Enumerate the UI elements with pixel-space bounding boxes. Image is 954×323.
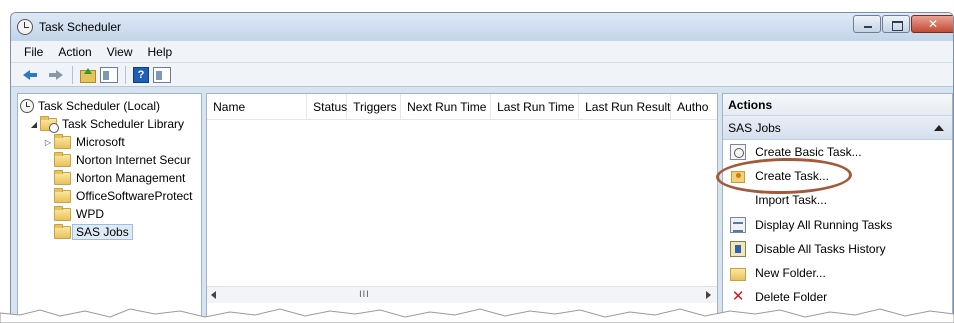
new-folder-icon <box>730 267 747 281</box>
actions-header: Actions <box>723 94 952 116</box>
title-bar[interactable]: Task Scheduler <box>11 13 953 41</box>
main-content: Task Scheduler (Local) ◢ Task Scheduler … <box>17 93 953 322</box>
tree-item-label: Task Scheduler Library <box>62 117 185 131</box>
history-icon <box>730 240 747 257</box>
clock-icon <box>17 19 33 35</box>
folder-icon <box>54 187 71 203</box>
action-label: Create Basic Task... <box>755 145 862 160</box>
tree-item-norton-internet-security[interactable]: Norton Internet Secur <box>20 151 201 169</box>
task-scheduler-window: Task Scheduler File Action View Help ? T… <box>10 12 954 323</box>
action-display-all-running-tasks[interactable]: Display All Running Tasks <box>723 213 952 237</box>
clock-icon <box>20 99 34 113</box>
window-controls <box>853 15 953 33</box>
tree-item-wpd[interactable]: WPD <box>20 205 201 223</box>
expanded-arrow-icon[interactable]: ◢ <box>28 120 40 129</box>
actions-section-sas-jobs[interactable]: SAS Jobs <box>723 116 952 140</box>
tree-item-label: SAS Jobs <box>72 224 133 240</box>
column-header-row: Name Status Triggers Next Run Time Last … <box>207 94 718 120</box>
menu-file[interactable]: File <box>17 45 51 59</box>
action-create-basic-task[interactable]: Create Basic Task... <box>723 140 952 164</box>
tree-item-label: OfficeSoftwareProtect <box>76 189 193 203</box>
show-hide-console-tree-icon[interactable] <box>100 66 118 83</box>
minimize-button[interactable] <box>853 15 881 33</box>
task-folder-icon <box>730 168 746 184</box>
column-header-status[interactable]: Status <box>307 94 347 119</box>
running-tasks-icon <box>730 216 747 233</box>
toolbar-separator <box>72 65 73 84</box>
menu-bar: File Action View Help <box>11 41 953 63</box>
tree-item-sas-jobs[interactable]: SAS Jobs <box>20 223 201 241</box>
back-arrow-icon[interactable] <box>21 66 41 84</box>
console-tree: Task Scheduler (Local) ◢ Task Scheduler … <box>17 93 203 322</box>
tree-item-microsoft[interactable]: ▷ Microsoft <box>20 133 201 151</box>
close-button[interactable] <box>911 15 953 33</box>
folder-clock-icon <box>40 115 59 133</box>
folder-icon <box>54 205 71 221</box>
menu-action[interactable]: Action <box>51 45 99 59</box>
action-new-folder[interactable]: New Folder... <box>723 261 952 285</box>
column-header-next-run-time[interactable]: Next Run Time <box>401 94 492 119</box>
tree-item-norton-management[interactable]: Norton Management <box>20 169 201 187</box>
action-label: Import Task... <box>755 193 827 208</box>
collapse-arrow-icon[interactable] <box>934 124 944 131</box>
folder-icon <box>54 133 71 149</box>
folder-icon <box>54 169 71 185</box>
column-header-last-run-time[interactable]: Last Run Time <box>491 94 580 119</box>
tree-item-label: Norton Internet Secur <box>76 153 191 167</box>
action-label: Create Task... <box>755 169 829 184</box>
action-create-task[interactable]: Create Task... <box>723 164 952 188</box>
action-label: New Folder... <box>755 266 826 281</box>
scroll-right-icon[interactable] <box>706 291 712 299</box>
tree-item-root[interactable]: Task Scheduler (Local) <box>20 97 201 115</box>
help-icon[interactable]: ? <box>133 66 149 83</box>
toolbar-separator <box>125 65 126 84</box>
menu-view[interactable]: View <box>100 45 141 59</box>
action-label: Disable All Tasks History <box>755 241 886 256</box>
actions-section-label: SAS Jobs <box>728 120 781 135</box>
basic-task-icon <box>730 144 747 161</box>
actions-pane: Actions SAS Jobs Create Basic Task... Cr… <box>722 93 953 322</box>
tree-item-label: Task Scheduler (Local) <box>38 99 161 113</box>
scroll-grip[interactable]: III <box>359 289 370 299</box>
column-header-triggers[interactable]: Triggers <box>347 94 402 119</box>
action-import-task[interactable]: Import Task... <box>723 188 952 212</box>
maximize-button[interactable] <box>882 15 910 33</box>
delete-x-icon: ✕ <box>731 288 745 306</box>
show-hide-action-pane-icon[interactable] <box>153 66 171 83</box>
tree-item-label: Norton Management <box>76 171 186 185</box>
toolbar: ? <box>11 63 953 87</box>
action-label: Delete Folder <box>755 290 828 305</box>
window-title: Task Scheduler <box>39 20 122 34</box>
collapsed-arrow-icon[interactable]: ▷ <box>42 138 54 147</box>
menu-help[interactable]: Help <box>141 45 181 59</box>
action-label: Display All Running Tasks <box>755 217 893 232</box>
forward-arrow-icon[interactable] <box>45 66 65 84</box>
column-header-name[interactable]: Name <box>207 94 308 119</box>
folder-icon <box>54 223 71 239</box>
column-header-author[interactable]: Autho <box>671 94 717 119</box>
tree-item-label: Microsoft <box>76 135 125 149</box>
up-folder-icon[interactable] <box>80 67 96 83</box>
scroll-left-icon[interactable] <box>211 291 217 299</box>
tree-item-office-software-protection[interactable]: OfficeSoftwareProtect <box>20 187 201 205</box>
blank-icon <box>730 192 746 208</box>
action-delete-folder[interactable]: ✕ Delete Folder <box>723 285 952 309</box>
column-header-last-run-result[interactable]: Last Run Result <box>579 94 672 119</box>
horizontal-scrollbar[interactable]: III <box>207 286 718 303</box>
action-disable-all-tasks-history[interactable]: Disable All Tasks History <box>723 237 952 261</box>
tree-item-label: WPD <box>76 207 104 221</box>
tree-item-library[interactable]: ◢ Task Scheduler Library <box>20 115 201 133</box>
task-list: Name Status Triggers Next Run Time Last … <box>206 93 719 322</box>
folder-icon <box>54 151 71 167</box>
